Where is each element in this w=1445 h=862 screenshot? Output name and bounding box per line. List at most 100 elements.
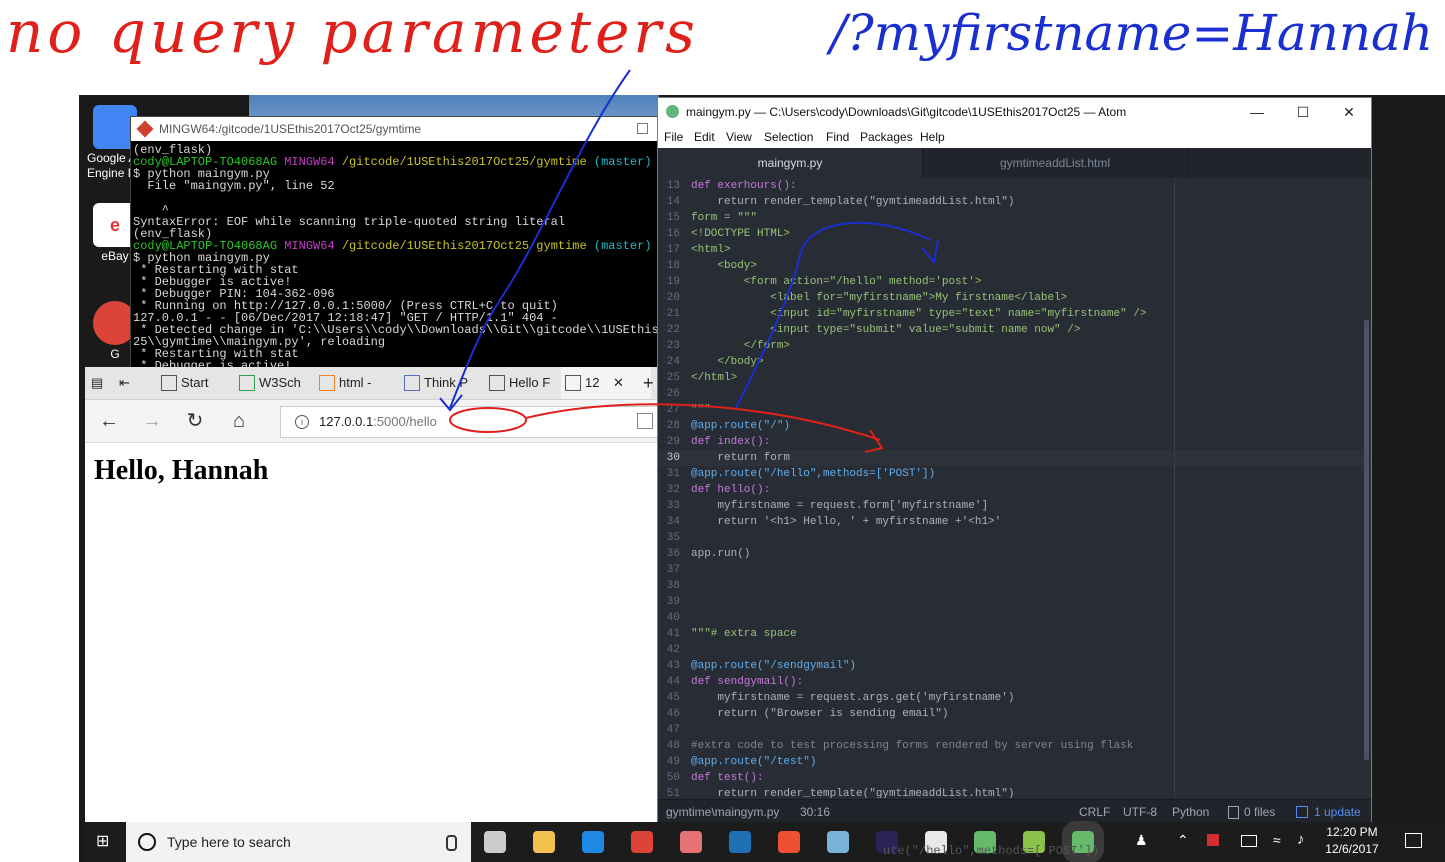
- status-file-path[interactable]: gymtime\maingym.py: [666, 800, 779, 823]
- code-line[interactable]: 23 </form>: [658, 338, 1371, 354]
- chrome-icon[interactable]: [631, 831, 653, 853]
- home-button[interactable]: ⌂: [225, 408, 253, 434]
- code-line[interactable]: 36 app.run(): [658, 546, 1371, 562]
- minimize-button[interactable]: —: [1234, 98, 1280, 126]
- menu-find[interactable]: Find: [826, 126, 849, 148]
- code-line[interactable]: 42: [658, 642, 1371, 658]
- code-line[interactable]: 21 <input id="myfirstname" type="text" n…: [658, 306, 1371, 322]
- browser-tab[interactable]: 12 ✕: [561, 367, 651, 399]
- code-line[interactable]: 48 #extra code to test processing forms r…: [658, 738, 1371, 754]
- code-line[interactable]: 24 </body>: [658, 354, 1371, 370]
- notepad-icon[interactable]: [827, 831, 849, 853]
- code-line[interactable]: 30 return form: [658, 450, 1371, 466]
- menu-edit[interactable]: Edit: [694, 126, 715, 148]
- info-icon[interactable]: i: [295, 415, 309, 429]
- status-line-ending[interactable]: CRLF: [1079, 800, 1110, 823]
- code-line[interactable]: 17 <html>: [658, 242, 1371, 258]
- browser-window[interactable]: ▤ ⇤ Start W3Sch html - Think P Hello F 12 ✕ + …: [85, 367, 658, 823]
- atom-titlebar[interactable]: maingym.py — C:\Users\cody\Downloads\Git…: [658, 98, 1371, 126]
- new-tab-button[interactable]: +: [639, 367, 658, 399]
- code-line[interactable]: 28 @app.route("/"): [658, 418, 1371, 434]
- code-editor[interactable]: 13 def exerhours(): 14 return render_templ…: [658, 178, 1371, 798]
- tab-maingym-py[interactable]: maingym.py: [658, 148, 922, 178]
- code-line[interactable]: 18 <body>: [658, 258, 1371, 274]
- start-button[interactable]: ⊞: [96, 834, 112, 850]
- close-button[interactable]: ✕: [1326, 98, 1371, 126]
- menu-selection[interactable]: Selection: [764, 126, 813, 148]
- code-line[interactable]: 38: [658, 578, 1371, 594]
- action-center-icon[interactable]: [1405, 833, 1422, 848]
- code-line[interactable]: 29 def index():: [658, 434, 1371, 450]
- code-line[interactable]: 37: [658, 562, 1371, 578]
- git-icon[interactable]: [778, 831, 800, 853]
- status-encoding[interactable]: UTF-8: [1123, 800, 1157, 823]
- tab-preview-icon[interactable]: ▤: [91, 367, 109, 399]
- maximize-button[interactable]: ☐: [1280, 98, 1326, 126]
- code-line[interactable]: 20 <label for="myfirstname">My firstname…: [658, 290, 1371, 306]
- back-button[interactable]: ←: [95, 408, 123, 434]
- battery-icon[interactable]: [1241, 835, 1257, 847]
- reading-view-icon[interactable]: [637, 413, 653, 429]
- terminal-window[interactable]: MINGW64:/gitcode/1USEthis2017Oct25/gymti…: [130, 116, 659, 373]
- people-icon[interactable]: ♟: [1135, 832, 1148, 849]
- code-line[interactable]: 46 return ("Browser is sending email"): [658, 706, 1371, 722]
- browser-tab[interactable]: html -: [315, 367, 413, 399]
- taskbar-clock[interactable]: 12:20 PM 12/6/2017: [1317, 824, 1387, 858]
- code-line[interactable]: 50 def test():: [658, 770, 1371, 786]
- status-git-files[interactable]: 0 files: [1244, 800, 1275, 823]
- code-line[interactable]: 25 </html>: [658, 370, 1371, 386]
- menu-help[interactable]: Help: [920, 126, 945, 148]
- code-line[interactable]: 40: [658, 610, 1371, 626]
- tab-gymtimeaddlist-html[interactable]: gymtimeaddList.html: [922, 148, 1188, 178]
- code-line[interactable]: 33 myfirstname = request.form['myfirstna…: [658, 498, 1371, 514]
- atom-editor-window[interactable]: maingym.py — C:\Users\cody\Downloads\Git…: [657, 97, 1372, 824]
- set-aside-tabs-icon[interactable]: ⇤: [119, 367, 141, 399]
- code-line[interactable]: 51 return render_template("gymtimeaddLis…: [658, 786, 1371, 798]
- code-line[interactable]: 35: [658, 530, 1371, 546]
- code-line[interactable]: 14 return render_template("gymtimeaddLis…: [658, 194, 1371, 210]
- edge-icon[interactable]: [582, 831, 604, 853]
- wifi-icon[interactable]: ≈: [1273, 832, 1281, 848]
- code-line[interactable]: 44 def sendgymail():: [658, 674, 1371, 690]
- code-line[interactable]: 43 @app.route("/sendgymail"): [658, 658, 1371, 674]
- maximize-button[interactable]: [637, 123, 648, 134]
- powershell-icon[interactable]: [729, 831, 751, 853]
- code-line[interactable]: 41 """# extra space: [658, 626, 1371, 642]
- code-line[interactable]: 32 def hello():: [658, 482, 1371, 498]
- menu-view[interactable]: View: [726, 126, 752, 148]
- code-line[interactable]: 16 <!DOCTYPE HTML>: [658, 226, 1371, 242]
- show-hidden-icons[interactable]: ⌃: [1177, 832, 1189, 849]
- code-line[interactable]: 49 @app.route("/test"): [658, 754, 1371, 770]
- code-line[interactable]: 15 form = """: [658, 210, 1371, 226]
- code-line[interactable]: 26: [658, 386, 1371, 402]
- code-line[interactable]: 45 myfirstname = request.args.get('myfir…: [658, 690, 1371, 706]
- status-grammar[interactable]: Python: [1172, 800, 1209, 823]
- address-bar[interactable]: i 127.0.0.1:5000/hello: [280, 406, 658, 438]
- code-line[interactable]: 31 @app.route("/hello",methods=['POST']): [658, 466, 1371, 482]
- status-update[interactable]: 1 update: [1314, 800, 1361, 823]
- file-explorer-icon[interactable]: [533, 831, 555, 853]
- security-icon[interactable]: [1207, 834, 1219, 846]
- code-line[interactable]: 13 def exerhours():: [658, 178, 1371, 194]
- task-view-icon[interactable]: [484, 831, 506, 853]
- editor-scrollbar[interactable]: [1364, 320, 1369, 760]
- taskbar-search[interactable]: Type here to search: [126, 822, 471, 862]
- refresh-button[interactable]: ↻: [181, 408, 209, 434]
- code-line[interactable]: 22 <input type="submit" value="submit na…: [658, 322, 1371, 338]
- menu-file[interactable]: File: [664, 126, 683, 148]
- terminal-title: MINGW64:/gitcode/1USEthis2017Oct25/gymti…: [159, 122, 422, 136]
- code-line[interactable]: 47: [658, 722, 1371, 738]
- close-tab-icon[interactable]: ✕: [613, 367, 624, 399]
- microphone-icon[interactable]: [446, 835, 457, 851]
- code-line[interactable]: 27 """: [658, 402, 1371, 418]
- forward-button[interactable]: →: [138, 408, 166, 434]
- menu-packages[interactable]: Packages: [860, 126, 913, 148]
- code-line[interactable]: 39: [658, 594, 1371, 610]
- code-line[interactable]: 34 return '<h1> Hello, ' + myfirstname +…: [658, 514, 1371, 530]
- volume-icon[interactable]: ♪: [1297, 831, 1305, 848]
- code-line[interactable]: 19 <form action="/hello" method='post'>: [658, 274, 1371, 290]
- status-cursor-position[interactable]: 30:16: [800, 800, 830, 823]
- browser-tab[interactable]: Think P: [400, 367, 494, 399]
- paint-icon[interactable]: [680, 831, 702, 853]
- terminal-titlebar[interactable]: MINGW64:/gitcode/1USEthis2017Oct25/gymti…: [131, 117, 658, 141]
